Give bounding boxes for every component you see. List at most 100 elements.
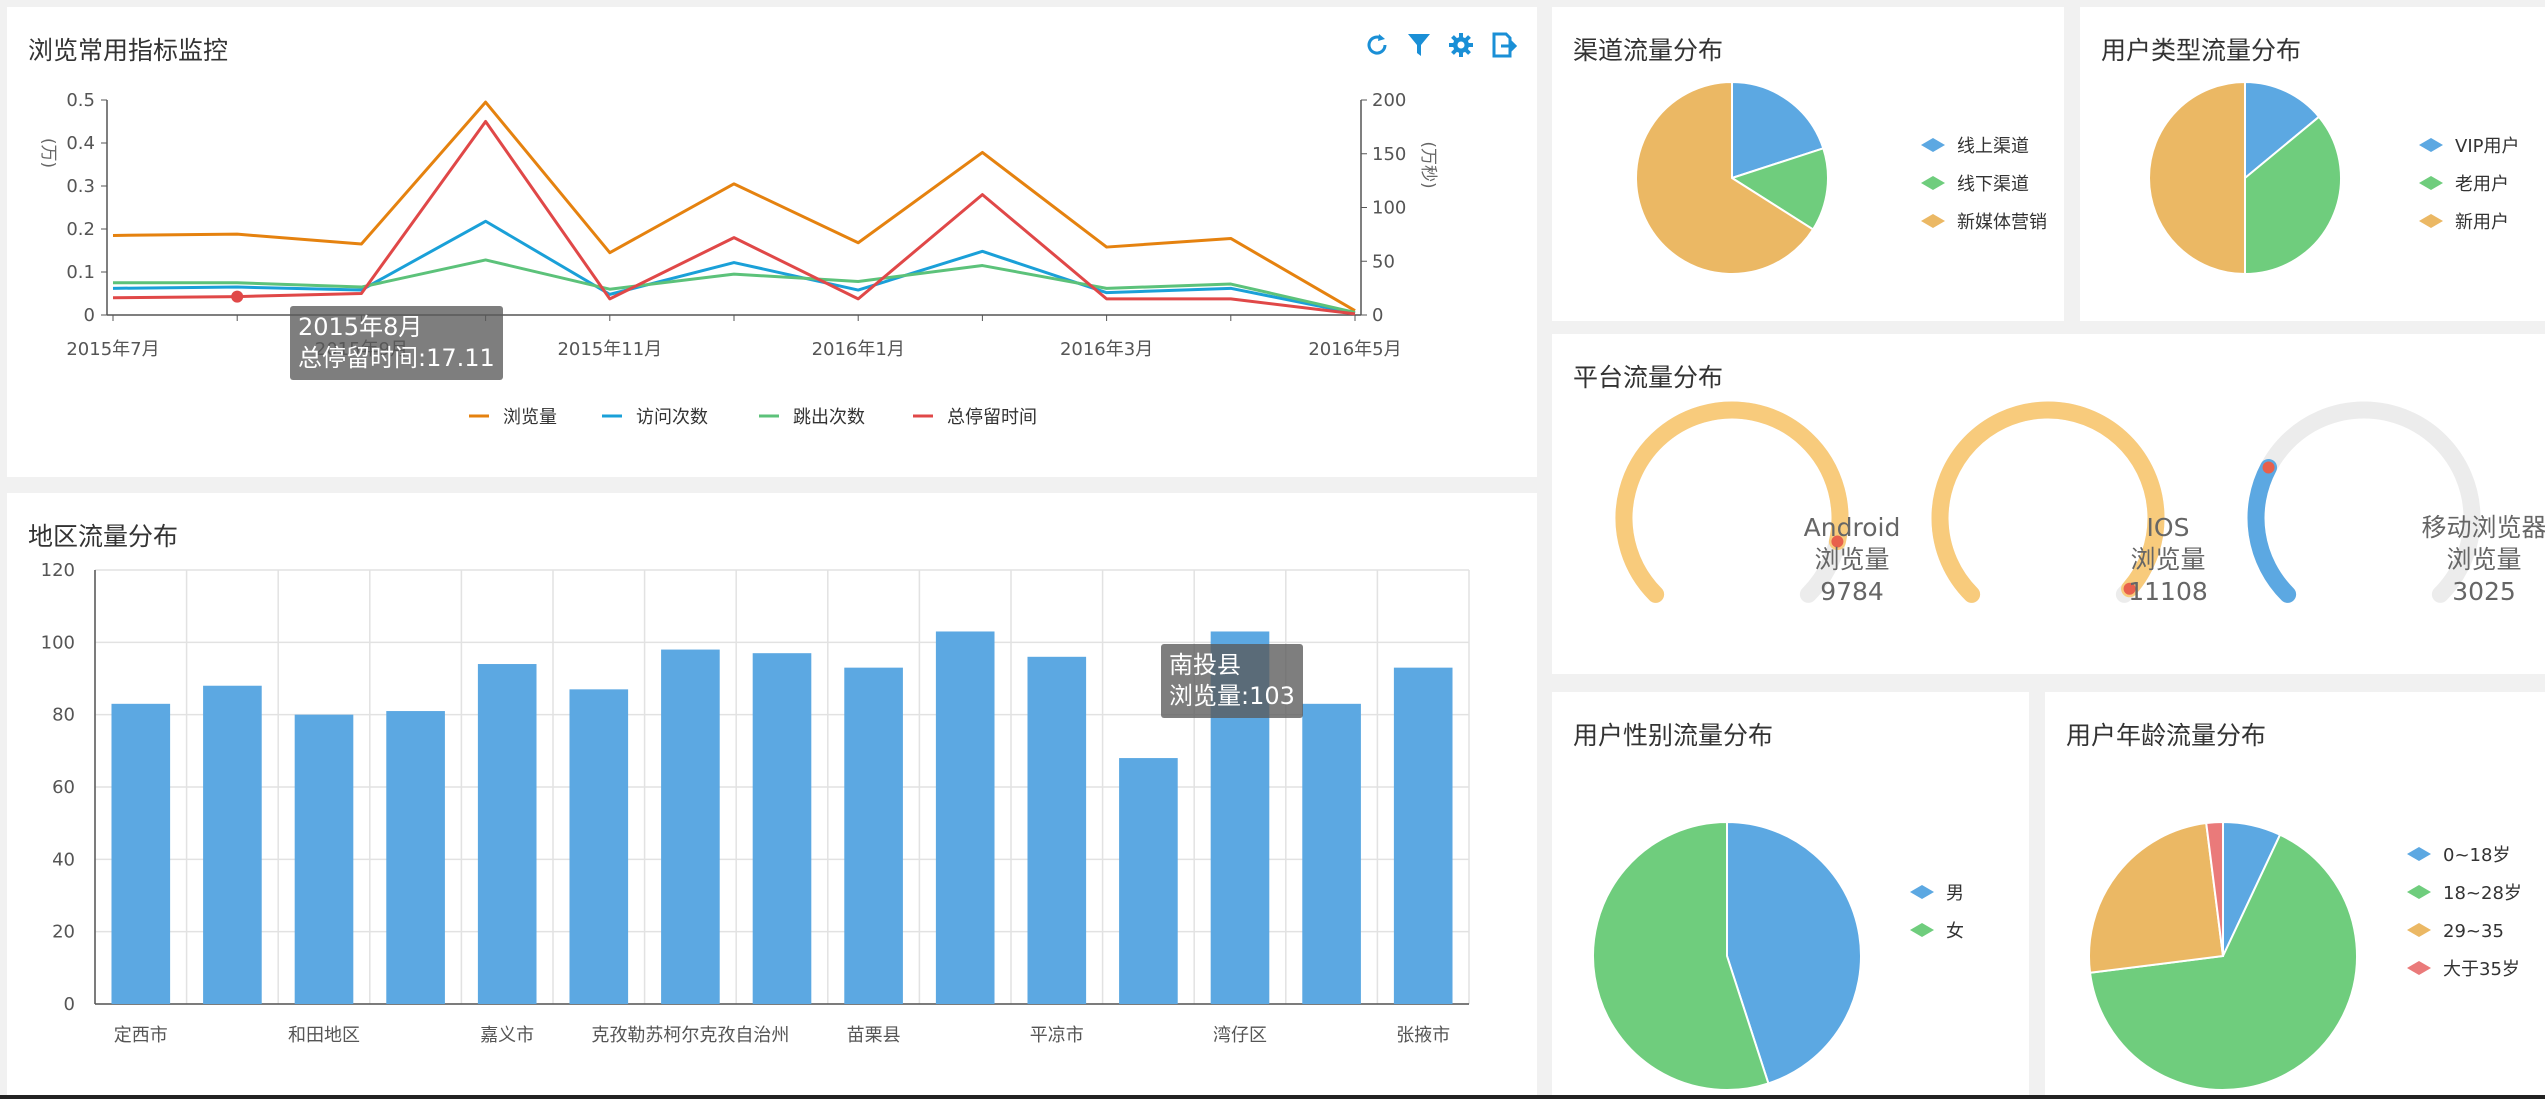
window-bottom-edge <box>0 1095 2545 1099</box>
gauge-metric: 浏览量 <box>2446 545 2522 574</box>
gauge-metric: 浏览量 <box>2130 545 2206 574</box>
gauge-value: 9784 <box>1820 577 1884 606</box>
bar <box>661 649 720 1004</box>
gauge-value: 3025 <box>2452 577 2516 606</box>
gauge-name: Android <box>1803 513 1901 542</box>
y-tick-label: 0.5 <box>66 90 95 111</box>
gauge-pointer-dot <box>2262 461 2275 474</box>
x-tick-label: 苗栗县 <box>847 1025 901 1046</box>
y-tick-label: 100 <box>41 632 75 653</box>
x-tick-label: 2015年11月 <box>557 339 662 360</box>
line-tooltip: 2015年8月 总停留时间:17.11 <box>290 306 503 380</box>
age-pie-chart: 0~18岁 18~28岁 29~35 大于35岁 <box>2088 820 2522 1091</box>
legend-marker <box>1910 923 1934 937</box>
line-chart: 0 0.1 0.2 0.3 0.4 0.5 0 50 100 150 200 (万) (万秒) 2015年… <box>38 90 1438 428</box>
bar <box>1393 667 1453 1004</box>
panel-browse-metrics: 浏览常用指标监控 0 0.1 0.2 0.3 0.4 0.5 0 50 100 150 200 (万)… <box>7 7 1537 477</box>
legend-marker <box>2419 214 2443 228</box>
y2-tick-label: 0 <box>1372 305 1383 326</box>
x-tick-label: 嘉义市 <box>480 1025 534 1046</box>
x-tick-label: 和田地区 <box>288 1025 360 1046</box>
gauge-name: IOS <box>2146 513 2190 542</box>
bar <box>569 689 629 1004</box>
bar <box>844 667 903 1004</box>
legend-marker <box>1921 138 1945 152</box>
legend-label: 跳出次数 <box>793 407 865 428</box>
channel-pie-chart: 线上渠道线下渠道新媒体营销 <box>1635 80 2047 275</box>
y-axis-title: (万) <box>38 138 58 168</box>
panel-region-traffic: 地区流量分布 0 20 40 60 80 100 120 定西市 和田地区 嘉义市 克孜勒苏柯尔克孜… <box>7 493 1537 1095</box>
legend-marker <box>1921 176 1945 190</box>
y2-axis-title: (万秒) <box>1418 141 1438 188</box>
legend-marker <box>2419 138 2443 152</box>
tooltip-line1: 2015年8月 <box>298 313 423 341</box>
panel-gender-traffic: 用户性别流量分布 男女 <box>1552 692 2029 1095</box>
bar <box>203 685 262 1004</box>
x-tick-label: 2016年5月 <box>1308 339 1401 360</box>
gauge-label-android: Android 浏览量 9784 <box>1732 512 1972 608</box>
legend-label: 新用户 <box>2455 212 2509 233</box>
legend-label: 男 <box>1946 883 1964 904</box>
legend-marker <box>2407 923 2431 937</box>
pie-slice <box>2148 80 2246 276</box>
y-tick-label: 20 <box>52 922 75 943</box>
legend-label: 29~35 <box>2443 921 2504 942</box>
legend-label: 总停留时间 <box>947 407 1037 428</box>
gauge-name: 移动浏览器 <box>2421 513 2545 542</box>
gauge-value: 11108 <box>2128 577 2208 606</box>
y2-tick-label: 200 <box>1372 90 1406 111</box>
y-tick-label: 120 <box>41 560 75 581</box>
x-tick-label: 2016年3月 <box>1060 339 1153 360</box>
x-tick-label: 克孜勒苏柯尔克孜自治州 <box>591 1025 789 1046</box>
y-tick-label: 40 <box>52 849 75 870</box>
y-tick-label: 0.4 <box>66 133 95 154</box>
x-tick-label: 定西市 <box>114 1025 168 1046</box>
y2-tick-label: 50 <box>1372 251 1395 272</box>
gauge-charts <box>1615 401 2481 603</box>
highlight-point <box>231 290 244 303</box>
tooltip-line2: 浏览量:103 <box>1169 682 1295 710</box>
gauge-label-ios: IOS 浏览量 11108 <box>2048 512 2288 608</box>
bar <box>111 703 171 1004</box>
gauge-metric: 浏览量 <box>1814 545 1890 574</box>
x-tick-label: 平凉市 <box>1030 1025 1084 1046</box>
bar <box>1302 703 1361 1004</box>
legend-label: 大于35岁 <box>2443 959 2520 980</box>
legend-label: 线上渠道 <box>1957 136 2029 157</box>
bar <box>477 664 537 1004</box>
x-tick-label: 2015年7月 <box>66 339 159 360</box>
y-tick-label: 0 <box>64 994 75 1015</box>
y-tick-label: 60 <box>52 777 75 798</box>
legend-label: 0~18岁 <box>2443 845 2510 866</box>
legend-label: 18~28岁 <box>2443 883 2522 904</box>
x-tick-label: 张掖市 <box>1396 1025 1450 1046</box>
pie-slice <box>2088 821 2225 974</box>
legend-label: 线下渠道 <box>1957 174 2029 195</box>
x-tick-label: 湾仔区 <box>1213 1025 1267 1046</box>
y2-tick-label: 150 <box>1372 144 1406 165</box>
bar-chart: 0 20 40 60 80 100 120 定西市 和田地区 嘉义市 克孜勒苏柯尔克孜自治州 苗栗县 平… <box>41 560 1470 1046</box>
y-tick-label: 80 <box>52 705 75 726</box>
legend-label: 老用户 <box>2455 174 2509 195</box>
legend-label: 女 <box>1946 921 1964 942</box>
legend-marker <box>1910 885 1934 899</box>
y-tick-label: 0.1 <box>66 262 95 283</box>
panel-channel-traffic: 渠道流量分布 线上渠道 线下渠道 新媒体营销 <box>1552 7 2064 321</box>
y-tick-label: 0.3 <box>66 176 95 197</box>
y-tick-label: 0 <box>84 305 95 326</box>
usertype-pie-chart: VIP用户老用户新用户 <box>2148 80 2519 276</box>
legend-label: 访问次数 <box>636 407 708 428</box>
legend-marker <box>1921 214 1945 228</box>
legend-label: VIP用户 <box>2455 136 2519 157</box>
bar-tooltip: 南投县 浏览量:103 <box>1161 644 1303 718</box>
legend-marker <box>2407 961 2431 975</box>
legend-label: 浏览量 <box>503 407 557 428</box>
panel-platform-traffic: 平台流量分布 Android 浏览量 9784 IOS 浏览量 11108 移动… <box>1552 334 2545 674</box>
panel-usertype-traffic: 用户类型流量分布 VIP用户 老用户 新用户 <box>2080 7 2545 321</box>
tooltip-line2: 总停留时间:17.11 <box>298 344 495 372</box>
series-line <box>113 258 1356 314</box>
bar <box>935 631 995 1004</box>
legend-label: 新媒体营销 <box>1957 212 2047 233</box>
series-line <box>112 100 1356 312</box>
legend-marker <box>2419 176 2443 190</box>
